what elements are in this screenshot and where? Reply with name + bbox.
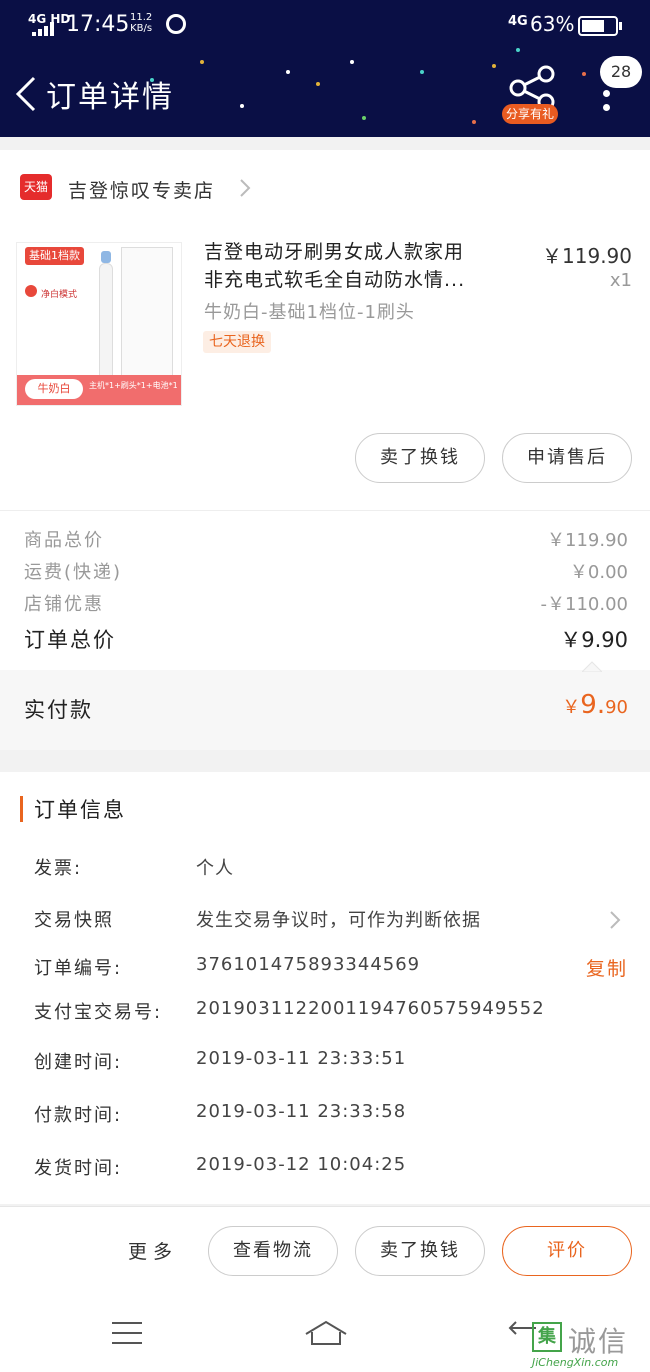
bottom-action-bar: 更多 查看物流 卖了换钱 评价	[0, 1206, 650, 1294]
order-product-card: 天猫 吉登惊叹专卖店 基础1档款 净白模式 牛奶白 主机*1+刷头*1+电池*1…	[0, 150, 650, 750]
menu-icon[interactable]	[112, 1322, 142, 1344]
paid-amount-box	[0, 670, 650, 750]
star-decoration	[240, 104, 244, 108]
star-decoration	[316, 82, 320, 86]
invoice-row: 发票: 个人	[34, 858, 234, 879]
chevron-right-icon	[240, 179, 251, 197]
product-thumbnail[interactable]: 基础1档款 净白模式 牛奶白 主机*1+刷头*1+电池*1	[16, 242, 182, 406]
alipay-number-row: 支付宝交易号: 2019031122001194760575949552	[34, 998, 545, 1023]
view-logistics-button[interactable]: 查看物流	[208, 1226, 338, 1276]
app-notification-icon	[166, 14, 186, 34]
package-box-image	[121, 247, 173, 381]
status-bar: 4G HD 17:45 11.2 KB/s 4G 63%	[0, 0, 650, 50]
shop-discount-row: 店铺优惠 -￥110.00	[24, 594, 628, 615]
battery-icon	[578, 16, 618, 36]
order-info-card: 订单信息 发票: 个人 交易快照 发生交易争议时，可作为判断依据 订单编号: 3761…	[0, 772, 650, 1204]
lte-indicator: 4G	[508, 14, 528, 29]
brush-head	[101, 251, 111, 263]
order-total-row: 订单总价 ￥9.90	[24, 628, 628, 652]
shop-name[interactable]: 吉登惊叹专卖店	[68, 176, 215, 203]
back-arrow-icon[interactable]	[12, 74, 40, 114]
star-decoration	[362, 116, 366, 120]
paid-label: 实付款	[24, 698, 93, 722]
more-actions-button[interactable]: 更多	[128, 1237, 178, 1264]
home-icon[interactable]	[304, 1318, 348, 1346]
star-decoration	[286, 70, 290, 74]
clock: 17:45	[66, 12, 130, 37]
goods-total-row: 商品总价 ￥119.90	[24, 530, 628, 551]
trade-snapshot-row[interactable]: 交易快照 发生交易争议时，可作为判断依据	[0, 906, 650, 936]
battery-cap	[619, 22, 622, 30]
review-button[interactable]: 评价	[502, 1226, 632, 1276]
caret-up-icon	[582, 661, 602, 672]
sell-for-cash-button[interactable]: 卖了换钱	[355, 433, 485, 483]
section-title: 订单信息	[34, 798, 126, 822]
message-count-badge[interactable]: 28	[600, 56, 642, 88]
copy-button[interactable]: 复制	[586, 954, 628, 981]
thumb-color: 牛奶白	[25, 379, 83, 399]
page-title: 订单详情	[46, 80, 174, 115]
app-header: 4G HD 17:45 11.2 KB/s 4G 63% 订单详情 分享有礼 28	[0, 0, 650, 137]
after-sale-button[interactable]: 申请售后	[502, 433, 632, 483]
thumb-bundle: 主机*1+刷头*1+电池*1	[89, 381, 178, 390]
watermark-logo: 集 诚信 JiChengXin.com	[532, 1320, 648, 1370]
product-price: ￥119.90	[542, 244, 632, 268]
star-decoration	[350, 60, 354, 64]
check-icon	[25, 285, 37, 297]
paid-amount: ￥9.90	[562, 690, 628, 720]
share-gift-label[interactable]: 分享有礼	[502, 104, 559, 124]
star-decoration	[472, 120, 476, 124]
order-number-row: 订单编号: 376101475893344569 复制	[34, 954, 629, 981]
toothbrush-image	[99, 263, 113, 391]
product-spec: 牛奶白-基础1档位-1刷头	[204, 302, 415, 323]
shipped-time-row: 发货时间: 2019-03-12 10:04:25	[34, 1154, 407, 1179]
shipping-row: 运费(快递) ￥0.00	[24, 562, 628, 583]
chevron-right-icon	[610, 911, 621, 929]
tmall-icon: 天猫	[20, 174, 52, 200]
divider	[0, 510, 650, 511]
product-quantity: x1	[609, 270, 632, 291]
paid-time-row: 付款时间: 2019-03-11 23:33:58	[34, 1101, 407, 1126]
battery-percent: 63%	[530, 12, 575, 36]
thumb-mode: 净白模式	[41, 290, 78, 300]
network-speed: 11.2 KB/s	[130, 12, 153, 34]
star-decoration	[420, 70, 424, 74]
product-title[interactable]: 吉登电动牙刷男女成人款家用 非充电式软毛全自动防水情...	[204, 238, 514, 294]
shop-row[interactable]: 天猫 吉登惊叹专卖店	[0, 172, 650, 204]
star-decoration	[582, 72, 586, 76]
sell-for-cash-button[interactable]: 卖了换钱	[355, 1226, 485, 1276]
star-decoration	[492, 64, 496, 68]
return-policy-tag: 七天退换	[203, 331, 271, 353]
created-time-row: 创建时间: 2019-03-11 23:33:51	[34, 1048, 407, 1073]
signal-icon	[32, 22, 56, 36]
thumb-tag: 基础1档款	[25, 247, 84, 265]
star-decoration	[200, 60, 204, 64]
section-accent-bar	[20, 796, 23, 822]
